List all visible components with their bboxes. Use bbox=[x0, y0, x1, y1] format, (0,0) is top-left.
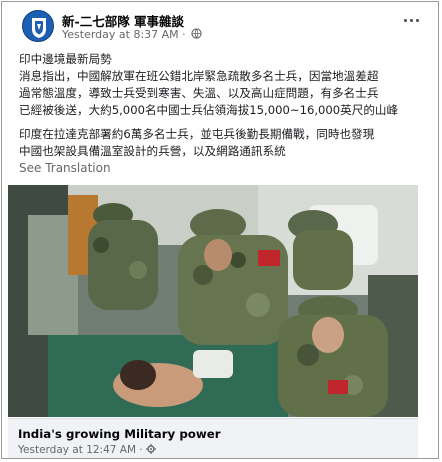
post-line: 印中邊境最新局勢 bbox=[19, 52, 112, 66]
post-photo[interactable] bbox=[8, 185, 418, 417]
post-line: 消息指出，中國解放軍在班公錯北岸緊急疏散多名士兵，因當地溫差超 bbox=[19, 69, 379, 83]
post-line: 過常態溫度，導致士兵受到寒害、失溫、以及高山症問題，有多名士兵 bbox=[19, 86, 379, 100]
post-paragraph-1: 印中邊境最新局勢 消息指出，中國解放軍在班公錯北岸緊急疏散多名士兵，因當地溫差超… bbox=[19, 51, 424, 119]
page-avatar[interactable] bbox=[22, 10, 54, 42]
link-meta-separator: · bbox=[136, 444, 147, 456]
post-line: 已經被後送，大約5,000名中國士兵佔領海拔15,000~16,000英尺的山峰 bbox=[19, 103, 399, 117]
link-preview-card[interactable]: India's growing Military power Yesterday… bbox=[8, 418, 418, 458]
link-meta: Yesterday at 12:47 AM · bbox=[18, 444, 157, 457]
link-title[interactable]: India's growing Military power bbox=[18, 427, 221, 441]
post-body: 印中邊境最新局勢 消息指出，中國解放軍在班公錯北岸緊急疏散多名士兵，因當地溫差超… bbox=[19, 51, 424, 160]
soldiers-medical-photo bbox=[8, 185, 418, 417]
more-options-icon[interactable] bbox=[402, 14, 422, 28]
gear-icon bbox=[146, 444, 157, 457]
link-timestamp[interactable]: Yesterday at 12:47 AM bbox=[18, 444, 136, 456]
post-line: 印度在拉達克部署約6萬多名士兵，並屯兵後勤長期備戰，同時也發現 bbox=[19, 127, 375, 141]
post-line: 中國也架設具備溫室設計的兵營，以及網路通訊系統 bbox=[19, 144, 286, 158]
post-timestamp[interactable]: Yesterday at 8:37 AM bbox=[62, 28, 179, 41]
post-header: 新-二七部隊 軍事雜談 Yesterday at 8:37 AM · bbox=[22, 10, 422, 46]
globe-icon[interactable] bbox=[191, 28, 202, 42]
post-meta: Yesterday at 8:37 AM · bbox=[62, 28, 202, 42]
see-translation-link[interactable]: See Translation bbox=[19, 161, 111, 175]
unit-emblem-icon bbox=[32, 18, 46, 38]
post-paragraph-2: 印度在拉達克部署約6萬多名士兵，並屯兵後勤長期備戰，同時也發現 中國也架設具備溫… bbox=[19, 126, 424, 160]
meta-separator: · bbox=[178, 28, 190, 41]
